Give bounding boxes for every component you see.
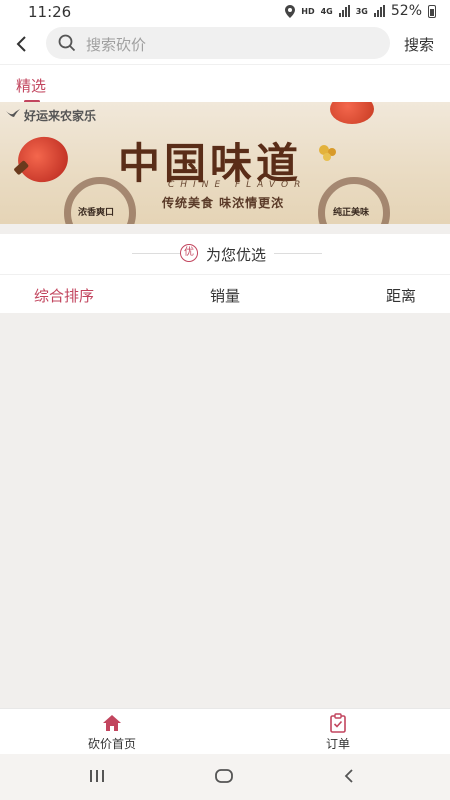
- search-button[interactable]: 搜索: [404, 34, 434, 55]
- sort-distance[interactable]: 距离: [386, 285, 416, 306]
- nav-orders-label: 订单: [325, 737, 350, 751]
- net-label: 4G: [320, 6, 333, 16]
- recent-apps-icon[interactable]: [88, 768, 106, 784]
- nav-home-label: 砍价首页: [87, 737, 136, 751]
- divider: [274, 253, 322, 254]
- status-icons: HD 4G 3G 52%: [285, 3, 436, 19]
- section-title: 为您优选: [206, 246, 267, 264]
- battery-percent: 52%: [390, 3, 422, 19]
- flower-icon: [319, 145, 336, 161]
- search-placeholder: 搜索砍价: [86, 36, 147, 54]
- system-nav-bar: [0, 754, 450, 800]
- home-button-icon[interactable]: [214, 768, 234, 784]
- nav-home[interactable]: 砍价首页: [52, 709, 172, 755]
- search-icon: [58, 34, 76, 52]
- signal-icon-2: [373, 5, 385, 17]
- divider: [132, 253, 180, 254]
- header: 搜索砍价 搜索: [0, 24, 450, 64]
- featured-badge-icon: 优: [180, 244, 198, 262]
- promo-banner[interactable]: 好运来农家乐 中国味道 CHINE FLAVOR 传统美食 味浓情更浓 浓香爽口…: [0, 102, 450, 224]
- banner-brand: 好运来农家乐: [24, 109, 97, 123]
- net-label-2: 3G: [355, 6, 368, 16]
- order-icon: [330, 713, 346, 733]
- back-button-icon[interactable]: [342, 768, 356, 784]
- sort-bar: 综合排序 销量 距离: [0, 274, 450, 313]
- sort-sales[interactable]: 销量: [210, 285, 240, 306]
- sort-comprehensive[interactable]: 综合排序: [34, 285, 94, 306]
- bird-icon: [6, 109, 20, 117]
- section-header: 优 为您优选: [0, 234, 450, 274]
- hd-label: HD: [301, 6, 315, 16]
- status-time: 11:26: [28, 3, 72, 21]
- battery-icon: [428, 4, 436, 18]
- home-icon: [103, 715, 121, 731]
- stamp-label: 纯正美味: [333, 208, 370, 218]
- bottom-nav: 砍价首页 订单: [0, 708, 450, 755]
- tab-featured[interactable]: 精选: [16, 75, 46, 96]
- lantern-image: [13, 132, 73, 187]
- stamp-label: 浓香爽口: [78, 208, 115, 218]
- banner-subtitle: CHINE FLAVOR: [168, 180, 307, 190]
- signal-icon: [338, 5, 350, 17]
- tab-bar: 精选: [0, 64, 450, 103]
- location-icon: [285, 4, 296, 18]
- lantern-image: [330, 102, 374, 124]
- search-input[interactable]: 搜索砍价: [46, 27, 390, 59]
- status-bar: 11:26 HD 4G 3G 52%: [0, 0, 450, 24]
- nav-orders[interactable]: 订单: [278, 709, 398, 755]
- back-arrow-icon[interactable]: [12, 34, 32, 54]
- banner-slogan: 传统美食 味浓情更浓: [162, 196, 285, 210]
